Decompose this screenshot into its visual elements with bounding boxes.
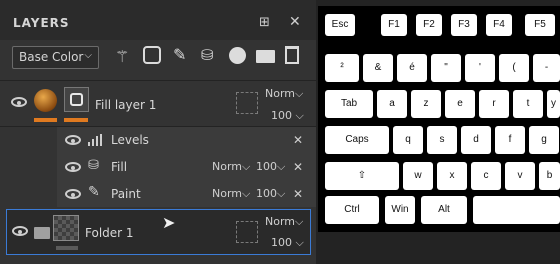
opacity-select[interactable]: 100⌵ (256, 187, 285, 201)
thumbnail-selected-bar (34, 118, 57, 122)
effect-row[interactable]: ⛁ Fill Norm⌵ 100⌵ ✕ (0, 153, 316, 180)
key-esc[interactable]: Esc (325, 14, 355, 36)
visibility-eye-icon[interactable] (11, 97, 27, 107)
opacity-select[interactable]: 100 ⌵ (271, 109, 304, 123)
blend-mode-select[interactable]: Norm⌵ (212, 187, 250, 201)
mask-selected-bar (64, 118, 88, 122)
dropdown-value: Base Color (19, 50, 84, 64)
key-caps-lock[interactable]: Caps (325, 126, 389, 154)
key-x[interactable]: x (437, 162, 467, 190)
key-r[interactable]: r (479, 90, 509, 118)
key-f2[interactable]: F2 (416, 14, 442, 36)
key-z[interactable]: z (411, 90, 441, 118)
key-a[interactable]: a (377, 90, 407, 118)
layer-name: Fill layer 1 (95, 98, 157, 112)
effect-name: Paint (111, 187, 141, 201)
key-alt[interactable]: Alt (421, 196, 467, 224)
mouse-cursor-icon: ➤ (162, 213, 176, 232)
key-open-paren[interactable]: ( (499, 54, 529, 82)
key-y[interactable]: y (547, 90, 560, 118)
key-f4[interactable]: F4 (486, 14, 512, 36)
panel-title: LAYERS (13, 16, 70, 30)
key-v[interactable]: v (505, 162, 535, 190)
blend-mode-select[interactable]: Norm⌵ (265, 215, 303, 229)
chevron-down-icon: ⌵ (84, 50, 92, 61)
effect-name: Levels (111, 133, 149, 147)
effect-row[interactable]: ✎ Paint Norm⌵ 100⌵ ✕ (0, 180, 316, 207)
blend-mode-select[interactable]: Norm⌵ (212, 160, 250, 174)
key-g[interactable]: g (529, 126, 559, 154)
remove-effect-icon[interactable]: ✕ (293, 187, 303, 201)
layer-row-selected[interactable]: Folder 1 ➤ Norm⌵ 100 ⌵ (6, 209, 311, 255)
trash-icon[interactable] (285, 46, 299, 64)
dock-icon[interactable]: ⊞ (259, 15, 270, 30)
opacity-select[interactable]: 100 ⌵ (271, 236, 304, 250)
magic-wand-icon[interactable]: ⚚ (115, 47, 129, 66)
visibility-eye-icon[interactable] (65, 162, 81, 172)
key-f1[interactable]: F1 (381, 14, 407, 36)
blend-mode-select[interactable]: Norm⌵ (265, 87, 303, 101)
add-mask-icon[interactable] (143, 46, 161, 64)
key-ctrl[interactable]: Ctrl (325, 196, 379, 224)
effects-icon[interactable] (229, 47, 246, 64)
key-f3[interactable]: F3 (451, 14, 477, 36)
key-q[interactable]: q (393, 126, 423, 154)
mask-symbol (70, 93, 83, 106)
mask-thumbnail[interactable] (64, 87, 89, 112)
key-c[interactable]: c (471, 162, 501, 190)
layer-row[interactable]: Fill layer 1 Norm⌵ 100 ⌵ (0, 81, 316, 126)
key-w[interactable]: w (403, 162, 433, 190)
visibility-eye-icon[interactable] (65, 135, 81, 145)
key-d[interactable]: d (461, 126, 491, 154)
key-shift[interactable]: ⇧ (325, 162, 399, 190)
thumbnail-bar (56, 246, 78, 250)
visibility-eye-icon[interactable] (65, 189, 81, 199)
key-apostrophe[interactable]: ' (465, 54, 495, 82)
key-tab[interactable]: Tab (325, 90, 373, 118)
levels-icon (88, 134, 102, 146)
add-folder-icon[interactable] (256, 50, 275, 63)
virtual-keyboard: Esc F1 F2 F3 F4 F5 ² & é " ' ( - Tab a z… (318, 6, 560, 232)
brush-icon: ✎ (88, 184, 100, 200)
remove-effect-icon[interactable]: ✕ (293, 160, 303, 174)
key-double-quote[interactable]: " (431, 54, 461, 82)
effect-row[interactable]: Levels ✕ (0, 127, 316, 153)
close-panel-icon[interactable]: ✕ (289, 14, 301, 30)
material-thumbnail[interactable] (34, 89, 57, 112)
key-minus[interactable]: - (533, 54, 560, 82)
opacity-select[interactable]: 100⌵ (256, 160, 285, 174)
key-superscript-2[interactable]: ² (325, 54, 359, 82)
layer-placeholder-box (236, 92, 258, 114)
key-f5[interactable]: F5 (525, 14, 555, 36)
layers-panel: LAYERS ⊞ ✕ Base Color ⌵ ⚚ ✎ ⛁ Fill layer… (0, 0, 316, 264)
key-ampersand[interactable]: & (363, 54, 393, 82)
key-t[interactable]: t (513, 90, 543, 118)
key-space[interactable] (473, 196, 560, 224)
folder-icon (34, 227, 50, 239)
layer-name: Folder 1 (85, 226, 134, 240)
key-f[interactable]: f (495, 126, 525, 154)
layer-placeholder-box (236, 221, 258, 243)
brush-icon[interactable]: ✎ (173, 45, 186, 64)
key-win[interactable]: Win (385, 196, 415, 224)
fill-bucket-icon[interactable]: ⛁ (201, 46, 214, 64)
blend-channel-dropdown[interactable]: Base Color ⌵ (12, 46, 99, 69)
fill-bucket-icon: ⛁ (88, 158, 99, 173)
remove-effect-icon[interactable]: ✕ (293, 133, 303, 147)
key-e-acute[interactable]: é (397, 54, 427, 82)
key-b[interactable]: b (539, 162, 560, 190)
key-s[interactable]: s (427, 126, 457, 154)
visibility-eye-icon[interactable] (12, 226, 28, 236)
effect-name: Fill (111, 160, 128, 174)
key-e[interactable]: e (445, 90, 475, 118)
folder-thumbnail[interactable] (53, 215, 79, 241)
